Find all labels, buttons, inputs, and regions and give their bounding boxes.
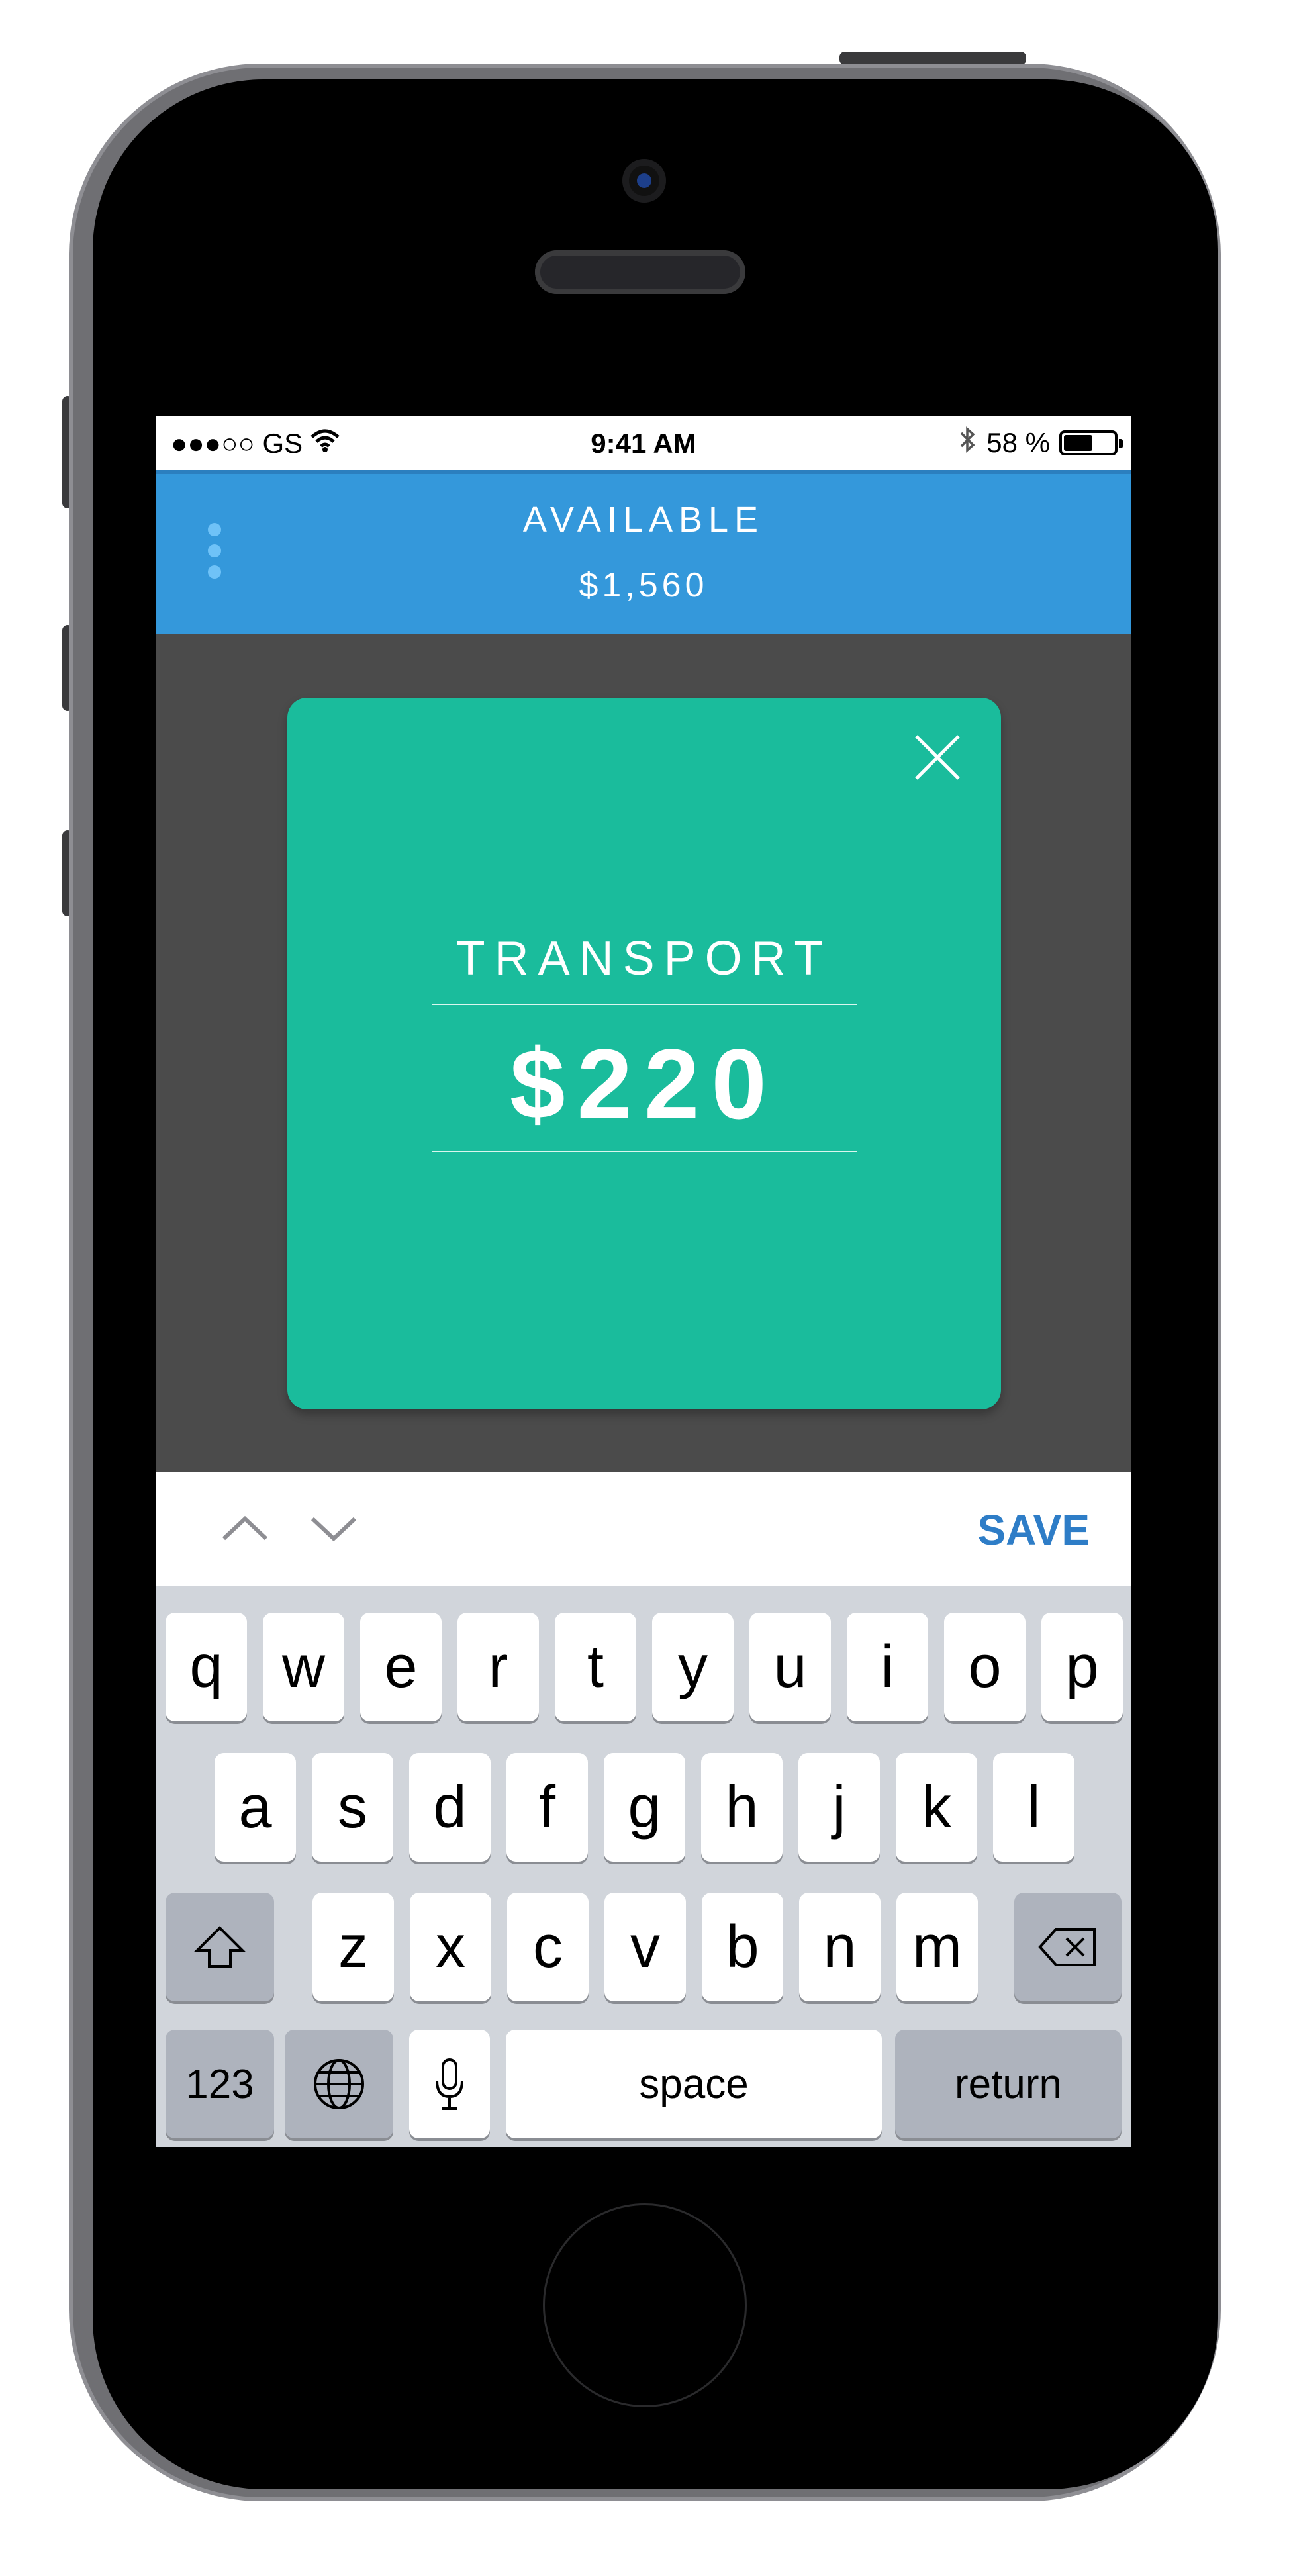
home-button[interactable] bbox=[543, 2203, 747, 2407]
globe-key[interactable] bbox=[285, 2030, 393, 2138]
key-c[interactable]: c bbox=[507, 1893, 589, 2001]
return-key[interactable]: return bbox=[895, 2030, 1122, 2138]
key-x[interactable]: x bbox=[410, 1893, 491, 2001]
backspace-key[interactable] bbox=[1014, 1893, 1122, 2001]
camera-icon bbox=[622, 159, 666, 203]
key-s[interactable]: s bbox=[312, 1753, 393, 1862]
key-d[interactable]: d bbox=[409, 1753, 491, 1862]
category-title: TRANSPORT bbox=[455, 932, 833, 985]
available-amount: $1,560 bbox=[579, 566, 708, 604]
divider bbox=[432, 1151, 857, 1152]
chevron-up-icon[interactable] bbox=[218, 1508, 271, 1548]
shift-key[interactable] bbox=[166, 1893, 274, 2001]
microphone-key[interactable] bbox=[409, 2030, 490, 2138]
key-p[interactable]: p bbox=[1041, 1613, 1123, 1721]
keyboard: qwertyuiop asdfghjkl zxcvbnm 123 space r… bbox=[156, 1586, 1131, 2147]
key-k[interactable]: k bbox=[896, 1753, 977, 1862]
key-e[interactable]: e bbox=[360, 1613, 442, 1721]
category-card: TRANSPORT $220 bbox=[287, 698, 1001, 1409]
key-v[interactable]: v bbox=[604, 1893, 686, 2001]
key-r[interactable]: r bbox=[457, 1613, 539, 1721]
input-toolbar: SAVE bbox=[156, 1472, 1131, 1586]
available-label: AVAILABLE bbox=[522, 500, 765, 540]
key-y[interactable]: y bbox=[652, 1613, 734, 1721]
key-j[interactable]: j bbox=[798, 1753, 880, 1862]
space-key[interactable]: space bbox=[506, 2030, 882, 2138]
screen: ●●●○○ GS 9:41 AM 58 % AVAILABLE $1,560 T… bbox=[156, 416, 1131, 2147]
key-t[interactable]: t bbox=[555, 1613, 636, 1721]
key-f[interactable]: f bbox=[506, 1753, 588, 1862]
key-z[interactable]: z bbox=[312, 1893, 394, 2001]
key-o[interactable]: o bbox=[944, 1613, 1026, 1721]
key-m[interactable]: m bbox=[896, 1893, 978, 2001]
battery-level bbox=[1064, 435, 1092, 451]
battery-percent: 58 % bbox=[986, 427, 1050, 458]
amount-input[interactable]: $220 bbox=[287, 1027, 1001, 1141]
save-button[interactable]: SAVE bbox=[977, 1505, 1090, 1554]
key-w[interactable]: w bbox=[263, 1613, 344, 1721]
app-header: AVAILABLE $1,560 bbox=[156, 470, 1131, 634]
close-icon[interactable] bbox=[910, 730, 965, 785]
chevron-down-icon[interactable] bbox=[307, 1508, 360, 1548]
status-bar: ●●●○○ GS 9:41 AM 58 % bbox=[156, 416, 1131, 470]
key-g[interactable]: g bbox=[604, 1753, 685, 1862]
key-q[interactable]: q bbox=[166, 1613, 247, 1721]
key-l[interactable]: l bbox=[993, 1753, 1074, 1862]
speaker-grille bbox=[535, 250, 745, 294]
divider bbox=[432, 1004, 857, 1005]
battery-icon bbox=[1059, 430, 1123, 455]
numbers-key[interactable]: 123 bbox=[166, 2030, 274, 2138]
key-u[interactable]: u bbox=[749, 1613, 831, 1721]
power-button bbox=[839, 52, 1026, 65]
key-i[interactable]: i bbox=[847, 1613, 928, 1721]
bluetooth-icon bbox=[959, 425, 977, 461]
key-n[interactable]: n bbox=[799, 1893, 881, 2001]
key-h[interactable]: h bbox=[701, 1753, 783, 1862]
key-b[interactable]: b bbox=[702, 1893, 783, 2001]
key-a[interactable]: a bbox=[215, 1753, 296, 1862]
